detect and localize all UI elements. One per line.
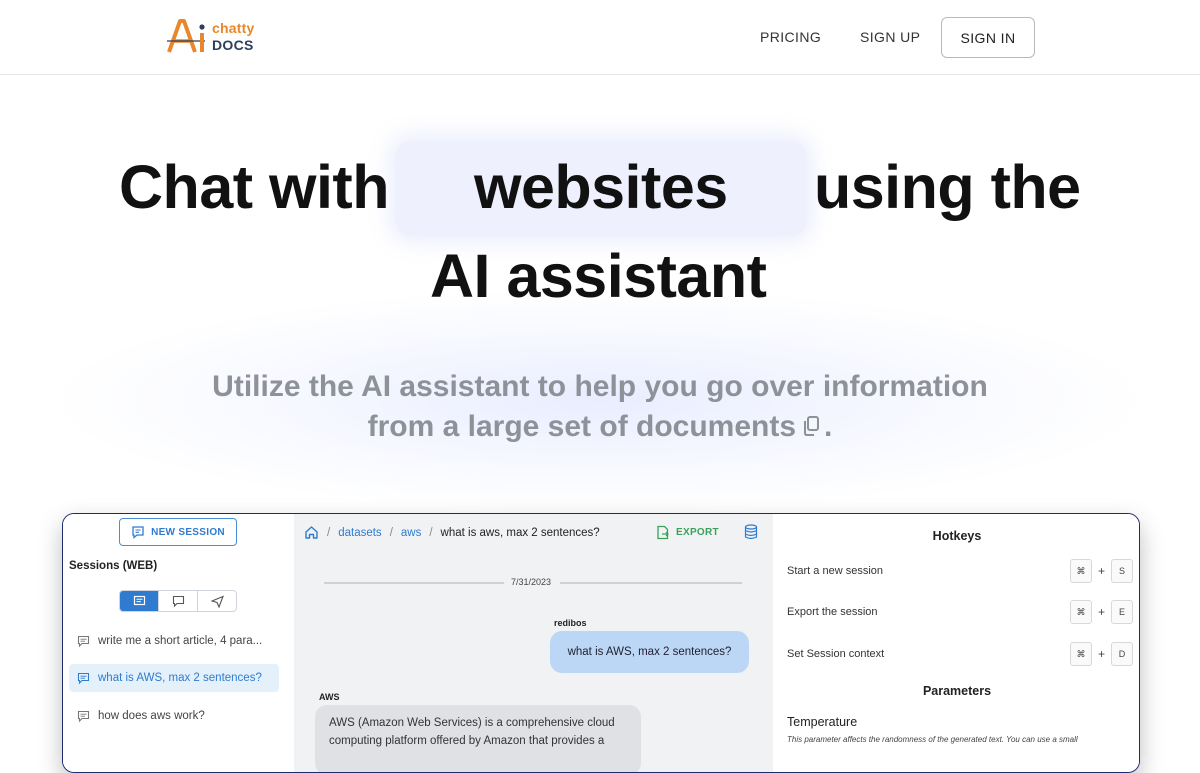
copy-icon [804, 416, 820, 437]
hotkey-plus: + [1098, 605, 1106, 619]
logo-word-chatty: chatty [212, 20, 255, 36]
logo-word-docs: DOCS [212, 37, 254, 53]
hotkey-key: D [1111, 642, 1133, 666]
hotkey-label: Start a new session [787, 565, 883, 577]
session-label: what is AWS, max 2 sentences? [98, 672, 262, 684]
session-item[interactable]: write me a short article, 4 para... [69, 627, 279, 655]
hotkey-mod-key: ⌘ [1070, 600, 1092, 624]
session-chat-icon [77, 710, 90, 722]
breadcrumb-separator: / [327, 526, 331, 539]
date-divider-left [324, 582, 504, 584]
headline-highlight-word: websites [474, 153, 728, 221]
breadcrumb-separator: / [429, 526, 433, 539]
home-icon[interactable] [304, 525, 319, 540]
sessions-sidebar: NEW SESSION Sessions (WEB) write me a sh… [63, 514, 294, 772]
list-icon [133, 595, 145, 605]
export-icon [657, 525, 669, 540]
hotkey-label: Set Session context [787, 648, 885, 660]
signin-button[interactable]: SIGN IN [941, 17, 1035, 58]
chat-date: 7/31/2023 [511, 577, 552, 587]
session-label: how does aws work? [98, 710, 205, 722]
subtitle-line2-text: from a large set of documents [367, 410, 797, 443]
user-message: what is AWS, max 2 sentences? [550, 631, 749, 673]
breadcrumb-current: what is aws, max 2 sentences? [440, 526, 600, 539]
hotkey-label: Export the session [787, 606, 878, 618]
chattydocs-logo[interactable]: chatty DOCS [165, 16, 265, 56]
session-type-tabs [119, 590, 237, 612]
subtitle-line1: Utilize the AI assistant to help you go … [212, 370, 988, 403]
tab-send[interactable] [198, 591, 236, 611]
session-label: write me a short article, 4 para... [98, 635, 263, 647]
assistant-name: AWS [319, 692, 340, 702]
subtitle-line2: from a large set of documents . [0, 410, 1200, 444]
top-nav: chatty DOCS PRICING SIGN UP SIGN IN [0, 0, 1200, 75]
subtitle-period: . [824, 410, 833, 443]
new-chat-icon [132, 526, 144, 539]
session-item-active[interactable]: what is AWS, max 2 sentences? [69, 664, 279, 692]
hotkey-plus: + [1098, 647, 1106, 661]
session-chat-icon [77, 672, 90, 684]
app-preview: NEW SESSION Sessions (WEB) write me a sh… [62, 513, 1140, 773]
tab-chat[interactable] [159, 591, 198, 611]
tab-list[interactable] [120, 591, 159, 611]
sessions-title: Sessions (WEB) [69, 560, 158, 572]
breadcrumb-separator: / [389, 526, 393, 539]
temperature-label: Temperature [787, 715, 858, 729]
date-divider-right [560, 582, 742, 584]
breadcrumb-datasets[interactable]: datasets [338, 527, 381, 539]
info-panel: Hotkeys Start a new session ⌘ + S Export… [773, 514, 1139, 772]
breadcrumb: / datasets / aws / what is aws, max 2 se… [304, 525, 600, 540]
export-label: EXPORT [676, 527, 719, 538]
user-name: redibos [554, 618, 587, 628]
hotkey-key: S [1111, 559, 1133, 583]
database-icon[interactable] [744, 524, 758, 540]
parameters-title: Parameters [922, 684, 992, 698]
hotkey-plus: + [1098, 564, 1106, 578]
chat-panel: / datasets / aws / what is aws, max 2 se… [294, 514, 773, 772]
ai-logo-icon [167, 19, 205, 53]
assistant-message: AWS (Amazon Web Services) is a comprehen… [315, 705, 641, 772]
session-chat-icon [77, 635, 90, 647]
breadcrumb-aws[interactable]: aws [401, 527, 421, 539]
new-session-button[interactable]: NEW SESSION [119, 518, 237, 546]
send-icon [210, 595, 224, 608]
nav-signup-link[interactable]: SIGN UP [860, 29, 920, 45]
nav-pricing-link[interactable]: PRICING [760, 29, 821, 45]
new-session-label: NEW SESSION [151, 526, 225, 538]
hotkey-mod-key: ⌘ [1070, 642, 1092, 666]
hotkeys-title: Hotkeys [932, 529, 982, 543]
headline-prefix: Chat with [119, 153, 389, 221]
hotkey-key: E [1111, 600, 1133, 624]
temperature-description: This parameter affects the randomness of… [787, 735, 1078, 744]
export-button[interactable]: EXPORT [656, 525, 719, 540]
headline-suffix: using the [814, 153, 1081, 221]
chat-icon [172, 595, 184, 607]
session-item[interactable]: how does aws work? [69, 702, 279, 730]
headline-line2: AI assistant [430, 242, 767, 310]
hotkey-mod-key: ⌘ [1070, 559, 1092, 583]
